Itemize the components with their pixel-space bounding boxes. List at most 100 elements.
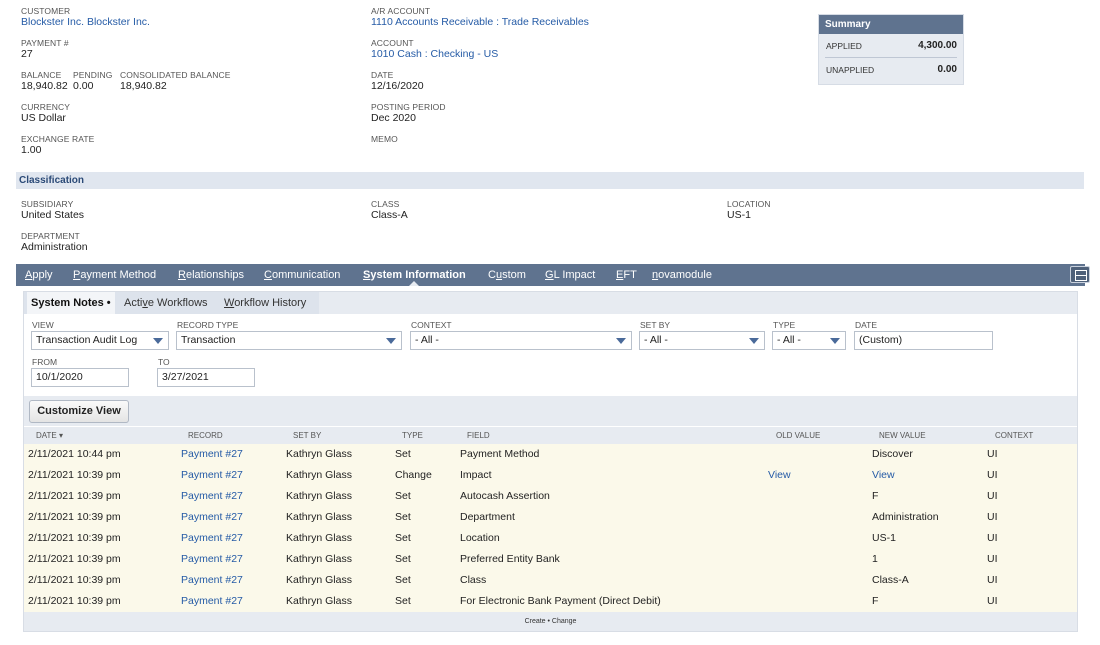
row-field: Autocash Assertion — [460, 490, 550, 502]
table-row: 2/11/2021 10:39 pm Payment #27 Kathryn G… — [24, 549, 1077, 570]
posting-period-field: POSTING PERIOD Dec 2020 — [371, 102, 446, 125]
unapplied-label: UNAPPLIED — [826, 64, 875, 75]
from-date-input[interactable]: 10/1/2020 — [31, 368, 129, 387]
to-date-input[interactable]: 3/27/2021 — [157, 368, 255, 387]
column-header-context[interactable]: CONTEXT — [995, 427, 1033, 444]
row-record-link[interactable]: Payment #27 — [181, 444, 243, 465]
set-by-select[interactable]: - All - — [639, 331, 765, 350]
row-type: Set — [395, 553, 411, 565]
row-date: 2/11/2021 10:39 pm — [28, 532, 121, 544]
column-header-old-value[interactable]: OLD VALUE — [776, 427, 820, 444]
subtab-workflow-history[interactable]: Workflow History — [224, 292, 306, 314]
view-select[interactable]: Transaction Audit Log — [31, 331, 169, 350]
view-label: VIEW — [32, 320, 54, 330]
row-new-value-link[interactable]: View — [872, 465, 895, 486]
department-value: Administration — [21, 241, 88, 253]
memo-field: MEMO — [371, 134, 398, 144]
row-set-by: Kathryn Glass — [286, 553, 352, 565]
set-by-label: SET BY — [640, 320, 671, 330]
context-value: - All - — [415, 334, 439, 346]
account-link[interactable]: 1010 Cash : Checking - US — [371, 48, 498, 61]
tab-novamodule[interactable]: novamodule — [652, 264, 712, 286]
type-select[interactable]: - All - — [772, 331, 846, 350]
column-header-record[interactable]: RECORD — [188, 427, 223, 444]
currency-field: CURRENCY US Dollar — [21, 102, 70, 125]
pending-field: PENDING 0.00 — [73, 70, 112, 93]
date-filter-select[interactable]: (Custom) — [854, 331, 993, 350]
row-date: 2/11/2021 10:44 pm — [28, 448, 121, 460]
record-type-label: RECORD TYPE — [177, 320, 239, 330]
notes-table-header: DATE ▾ RECORD SET BY TYPE FIELD OLD VALU… — [24, 427, 1077, 444]
row-type: Set — [395, 595, 411, 607]
subtab-active-workflows[interactable]: Active Workflows — [124, 292, 208, 314]
row-record-link[interactable]: Payment #27 — [181, 507, 243, 528]
layout-toggle-icon[interactable] — [1070, 266, 1090, 283]
tab-gl-impact[interactable]: GL Impact — [545, 264, 595, 286]
department-label: DEPARTMENT — [21, 231, 80, 241]
tab-payment-method[interactable]: Payment Method — [73, 264, 156, 286]
tab-system-information[interactable]: System Information — [363, 264, 466, 286]
date-field: DATE 12/16/2020 — [371, 70, 424, 93]
context-select[interactable]: - All - — [410, 331, 632, 350]
balance-label: BALANCE — [21, 70, 62, 80]
customize-view-button[interactable]: Customize View — [29, 400, 129, 423]
row-field: Payment Method — [460, 448, 540, 460]
account-field: ACCOUNT 1010 Cash : Checking - US — [371, 38, 498, 61]
customer-field: CUSTOMER Blockster Inc. Blockster Inc. — [21, 6, 150, 29]
subsidiary-label: SUBSIDIARY — [21, 199, 74, 209]
column-header-date[interactable]: DATE ▾ — [36, 427, 63, 444]
subtab-system-notes[interactable]: System Notes • — [27, 292, 115, 314]
row-new-value: US-1 — [872, 532, 896, 544]
ar-account-link[interactable]: 1110 Accounts Receivable : Trade Receiva… — [371, 16, 589, 29]
row-record-link[interactable]: Payment #27 — [181, 591, 243, 612]
row-set-by: Kathryn Glass — [286, 595, 352, 607]
record-type-select[interactable]: Transaction — [176, 331, 402, 350]
row-set-by: Kathryn Glass — [286, 448, 352, 460]
row-context: UI — [987, 511, 998, 523]
row-context: UI — [987, 553, 998, 565]
tab-custom[interactable]: Custom — [488, 264, 526, 286]
row-record-link[interactable]: Payment #27 — [181, 570, 243, 591]
customer-link[interactable]: Blockster Inc. Blockster Inc. — [21, 16, 150, 29]
type-dropdown-icon — [830, 338, 840, 344]
pending-value: 0.00 — [73, 80, 94, 92]
tab-communication[interactable]: Communication — [264, 264, 340, 286]
posting-period-value: Dec 2020 — [371, 112, 416, 124]
row-record-link[interactable]: Payment #27 — [181, 465, 243, 486]
row-context: UI — [987, 448, 998, 460]
to-date-value: 3/27/2021 — [162, 371, 209, 383]
notes-table-body: 2/11/2021 10:44 pm Payment #27 Kathryn G… — [24, 444, 1077, 612]
row-new-value: 1 — [872, 553, 878, 565]
classification-header[interactable]: Classification — [16, 172, 1084, 189]
row-set-by: Kathryn Glass — [286, 532, 352, 544]
row-record-link[interactable]: Payment #27 — [181, 486, 243, 507]
column-header-set-by[interactable]: SET BY — [293, 427, 321, 444]
consolidated-balance-label: CONSOLIDATED BALANCE — [120, 70, 231, 80]
summary-unapplied-row: UNAPPLIED 0.00 — [819, 58, 963, 81]
tab-apply[interactable]: Apply — [25, 264, 53, 286]
row-field: Impact — [460, 469, 492, 481]
table-row: 2/11/2021 10:44 pm Payment #27 Kathryn G… — [24, 444, 1077, 465]
subsidiary-value: United States — [21, 209, 85, 221]
row-record-link[interactable]: Payment #27 — [181, 549, 243, 570]
set-by-dropdown-icon — [749, 338, 759, 344]
date-label: DATE — [371, 70, 394, 80]
payment-number-value: 27 — [21, 48, 33, 60]
row-field: Department — [460, 511, 515, 523]
tab-relationships[interactable]: Relationships — [178, 264, 244, 286]
exchange-rate-value: 1.00 — [21, 144, 42, 156]
column-header-field[interactable]: FIELD — [467, 427, 490, 444]
row-record-link[interactable]: Payment #27 — [181, 528, 243, 549]
tab-eft[interactable]: EFT — [616, 264, 637, 286]
subsidiary-field: SUBSIDIARY United States — [21, 199, 84, 222]
class-field: CLASS Class-A — [371, 199, 408, 222]
table-row: 2/11/2021 10:39 pm Payment #27 Kathryn G… — [24, 591, 1077, 612]
column-header-new-value[interactable]: NEW VALUE — [879, 427, 926, 444]
column-header-type[interactable]: TYPE — [402, 427, 423, 444]
row-context: UI — [987, 532, 998, 544]
row-old-value-link[interactable]: View — [768, 465, 791, 486]
date-value: 12/16/2020 — [371, 80, 424, 92]
row-set-by: Kathryn Glass — [286, 490, 352, 502]
row-context: UI — [987, 595, 998, 607]
table-row: 2/11/2021 10:39 pm Payment #27 Kathryn G… — [24, 570, 1077, 591]
